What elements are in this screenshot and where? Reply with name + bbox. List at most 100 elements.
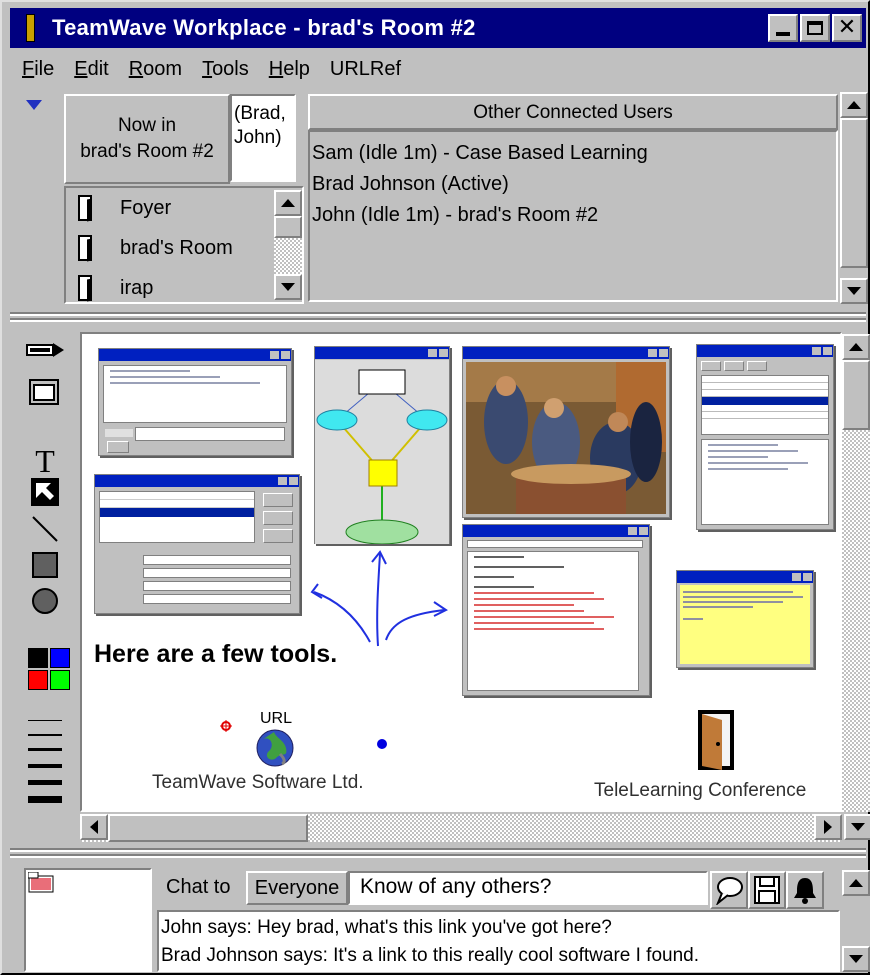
- line-width-3[interactable]: [28, 748, 62, 751]
- arrow-up-icon: [849, 343, 863, 351]
- maximize-button[interactable]: [800, 14, 830, 42]
- text-tool-icon[interactable]: T: [28, 443, 62, 479]
- user-list-item[interactable]: Sam (Idle 1m) - Case Based Learning: [312, 138, 836, 169]
- scroll-thumb[interactable]: [108, 814, 308, 842]
- chat-message: Brad Johnson says: It's a link to this r…: [161, 945, 700, 966]
- occupants-line-1: (Brad,: [234, 103, 286, 124]
- room-occupants: (Brad, John): [230, 94, 296, 182]
- color-swatch-black[interactable]: [28, 648, 48, 668]
- window-title: TeamWave Workplace - brad's Room #2: [52, 15, 476, 40]
- door-link-icon[interactable]: [696, 708, 736, 772]
- chat-log: John says: Hey brad, what's this link yo…: [157, 910, 840, 972]
- scroll-up-button[interactable]: [274, 190, 302, 216]
- chat-recipient-button[interactable]: Everyone: [246, 871, 348, 905]
- app-window: TeamWave Workplace - brad's Room #2 ✕ Fi…: [0, 0, 870, 975]
- select-arrow-tool-icon[interactable]: [31, 478, 59, 506]
- speech-bubble-button[interactable]: [710, 871, 748, 909]
- app-icon: [22, 14, 38, 42]
- pen-tool-icon[interactable]: [26, 340, 66, 360]
- title-bar[interactable]: TeamWave Workplace - brad's Room #2 ✕: [10, 8, 866, 48]
- oval-tool-icon[interactable]: [28, 584, 62, 618]
- scroll-down-button[interactable]: [842, 946, 870, 972]
- panel-divider[interactable]: [10, 854, 866, 858]
- now-in-room-button[interactable]: Now in brad's Room #2: [64, 94, 230, 184]
- line-width-2[interactable]: [28, 734, 62, 736]
- scroll-thumb[interactable]: [842, 360, 870, 430]
- speech-bubble-icon: [716, 877, 743, 905]
- user-list-item[interactable]: Brad Johnson (Active): [312, 169, 836, 200]
- brainstormer-tool-window[interactable]: [98, 348, 292, 456]
- alert-bell-button[interactable]: [786, 871, 824, 909]
- panel-divider[interactable]: [10, 848, 866, 852]
- panel-divider[interactable]: [10, 312, 866, 316]
- minimize-button[interactable]: [768, 14, 798, 42]
- panel-divider[interactable]: [10, 318, 866, 322]
- room-list: Foyer brad's Room irap: [64, 186, 304, 304]
- company-link-label[interactable]: TeamWave Software Ltd.: [152, 772, 364, 794]
- issue-tracker-window[interactable]: [696, 344, 834, 530]
- scroll-down-button[interactable]: [274, 274, 302, 300]
- workspace-canvas[interactable]: Here are a few tools. URL TeamWave Softw…: [80, 332, 842, 812]
- concept-map-tool-window[interactable]: [314, 346, 450, 544]
- menu-file[interactable]: File: [12, 58, 64, 88]
- scroll-up-button[interactable]: [842, 334, 870, 360]
- sticky-note-window[interactable]: [676, 570, 814, 668]
- room-list-item[interactable]: Foyer: [66, 188, 302, 228]
- scroll-left-button[interactable]: [80, 814, 108, 840]
- menu-tools[interactable]: Tools: [192, 58, 259, 88]
- scroll-right-button[interactable]: [814, 814, 842, 840]
- menu-room[interactable]: Room: [119, 58, 192, 88]
- tool-palette: T: [12, 332, 74, 842]
- form-tool-window[interactable]: [94, 474, 300, 614]
- user-avatar: [24, 868, 152, 972]
- user-list-item[interactable]: John (Idle 1m) - brad's Room #2: [312, 200, 836, 231]
- blue-dot-icon: [377, 739, 387, 749]
- scroll-thumb[interactable]: [274, 216, 302, 238]
- chat-to-label: Chat to: [166, 876, 231, 898]
- line-width-1[interactable]: [28, 720, 62, 721]
- close-button[interactable]: ✕: [832, 14, 862, 42]
- users-scrollbar[interactable]: [840, 92, 868, 304]
- line-width-6[interactable]: [28, 796, 62, 803]
- menu-urlref[interactable]: URLRef: [320, 58, 411, 88]
- rectangle-tool-icon[interactable]: [28, 548, 62, 582]
- connected-users-list: Sam (Idle 1m) - Case Based Learning Brad…: [308, 130, 838, 302]
- door-icon: [78, 195, 92, 221]
- collapse-triangle-icon[interactable]: [26, 100, 42, 110]
- room-name: brad's Room: [120, 236, 233, 259]
- window-tool-icon[interactable]: [28, 376, 62, 410]
- room-name: Foyer: [120, 196, 172, 219]
- chat-input-scrollbar[interactable]: [842, 870, 870, 972]
- save-chat-button[interactable]: [748, 871, 786, 909]
- canvas-vertical-scrollbar[interactable]: [842, 334, 870, 812]
- maximize-icon: [807, 21, 823, 35]
- scroll-up-button[interactable]: [842, 870, 870, 896]
- annotation-text[interactable]: Here are a few tools.: [94, 640, 337, 669]
- menu-edit[interactable]: Edit: [64, 58, 118, 88]
- menu-help[interactable]: Help: [259, 58, 320, 88]
- line-tool-icon[interactable]: [28, 512, 62, 546]
- room-list-scrollbar[interactable]: [274, 190, 302, 300]
- door-link-label[interactable]: TeleLearning Conference: [594, 780, 806, 802]
- canvas-horizontal-scrollbar[interactable]: [80, 814, 842, 842]
- room-list-item[interactable]: brad's Room: [66, 228, 302, 268]
- color-swatch-green[interactable]: [50, 670, 70, 690]
- now-in-label: Now in: [117, 115, 177, 136]
- scroll-thumb[interactable]: [840, 118, 868, 268]
- close-icon: ✕: [837, 15, 857, 40]
- line-width-4[interactable]: [28, 764, 62, 768]
- scroll-down-button[interactable]: [844, 814, 870, 840]
- occupants-line-2: John): [234, 127, 282, 148]
- globe-url-icon[interactable]: [254, 728, 296, 768]
- scroll-up-button[interactable]: [840, 92, 868, 118]
- red-target-icon: [220, 720, 232, 732]
- color-swatch-red[interactable]: [28, 670, 48, 690]
- chat-input[interactable]: Know of any others?: [348, 871, 708, 905]
- minimize-icon: [776, 32, 790, 36]
- scroll-down-button[interactable]: [840, 278, 868, 304]
- image-viewer-window[interactable]: [462, 346, 670, 518]
- room-list-item[interactable]: irap: [66, 268, 302, 302]
- color-swatch-blue[interactable]: [50, 648, 70, 668]
- line-width-5[interactable]: [28, 780, 62, 785]
- chat-message: John says: Hey brad, what's this link yo…: [161, 917, 612, 938]
